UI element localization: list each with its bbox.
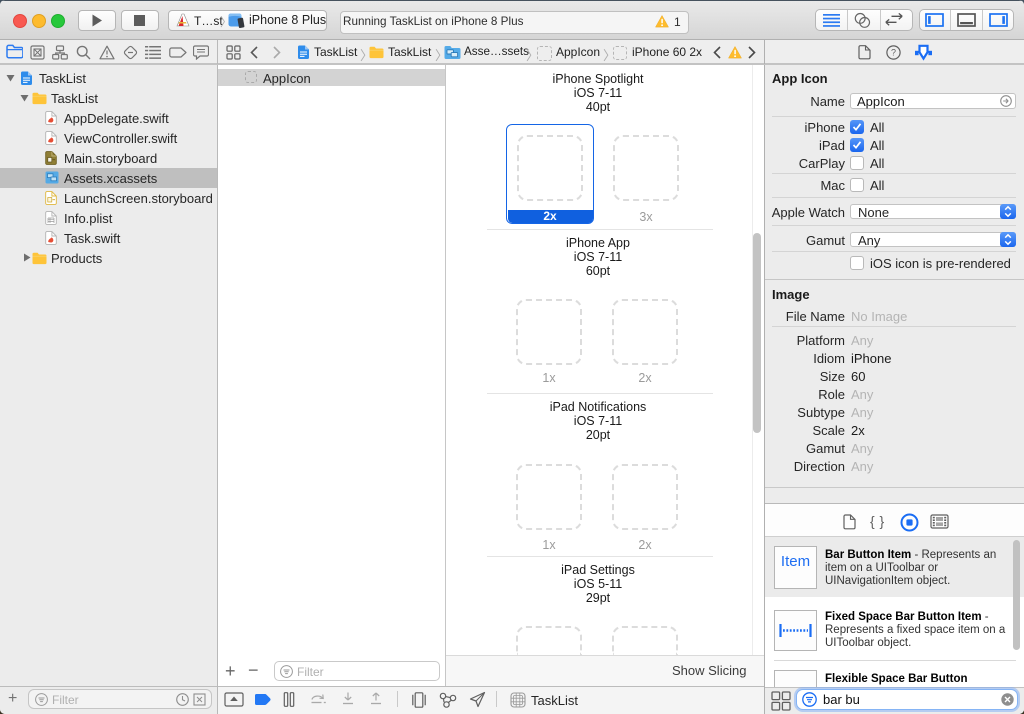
svg-text:?: ? [891,48,896,58]
